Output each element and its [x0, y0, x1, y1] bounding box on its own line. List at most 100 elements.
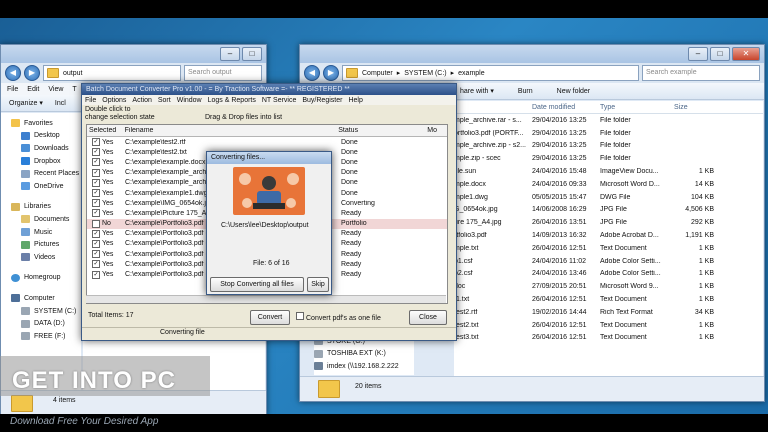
menu-view[interactable]: View: [48, 86, 63, 93]
minimize-button[interactable]: –: [688, 47, 708, 61]
file-row[interactable]: test3.txt 26/04/2016 12:51 Text Document 1 …: [454, 332, 763, 345]
file-row[interactable]: rtfolio3.pdf 14/09/2013 16:32 Adobe Acroba…: [454, 229, 763, 242]
drive-imdex[interactable]: imdex (\\192.168.2.222: [314, 360, 414, 373]
file-row[interactable]: test2.txt 26/04/2016 12:51 Text Document 1 …: [454, 319, 763, 332]
row-checkbox[interactable]: ✓: [92, 138, 100, 147]
col-date-modified[interactable]: Date modified: [532, 104, 600, 111]
menu-edit[interactable]: Edit: [27, 86, 39, 93]
minimize-button[interactable]: –: [220, 47, 240, 61]
nav-videos[interactable]: Videos: [11, 251, 81, 264]
nav-dropbox[interactable]: Dropbox: [11, 155, 81, 168]
nav-documents[interactable]: Documents: [11, 213, 81, 226]
app-menu-options[interactable]: Options: [102, 97, 126, 104]
row-checkbox[interactable]: ✓: [92, 178, 100, 187]
maximize-button[interactable]: □: [710, 47, 730, 61]
row-checkbox[interactable]: ✓: [92, 199, 100, 208]
menu-tools[interactable]: T: [72, 86, 76, 93]
right-search-input[interactable]: Search example: [642, 65, 760, 81]
row-selected[interactable]: ✓ Yes: [87, 270, 123, 279]
file-row[interactable]: doc 27/09/2015 20:51 Microsoft Word 9... 1 …: [454, 280, 763, 293]
organize-button[interactable]: Organize ▾: [9, 99, 43, 107]
file-row[interactable]: mple1.dwg 05/05/2015 15:47 DWG File 104 KB: [454, 191, 763, 204]
row-checkbox[interactable]: ✓: [92, 158, 100, 167]
app-menu-logs[interactable]: Logs & Reports: [208, 97, 256, 104]
row-checkbox[interactable]: ✓: [92, 229, 100, 238]
col-selected[interactable]: Selected: [87, 127, 123, 134]
file-row[interactable]: mple.zip - scec 29/04/2016 13:25 File fold…: [454, 152, 763, 165]
col-status[interactable]: Status: [336, 127, 425, 134]
row-checkbox[interactable]: ✓: [92, 250, 100, 259]
nav-desktop[interactable]: Desktop: [11, 130, 81, 143]
nav-music[interactable]: Music: [11, 226, 81, 239]
file-row[interactable]: mple.txt 26/04/2016 12:51 Text Document 1 K…: [454, 242, 763, 255]
left-search-input[interactable]: Search output: [184, 65, 262, 81]
row-checkbox[interactable]: ✓: [92, 239, 100, 248]
file-row[interactable]: t1.txt 26/04/2016 12:51 Text Document 1 KB: [454, 293, 763, 306]
convert-button[interactable]: Convert: [250, 310, 290, 325]
app-menu-sort[interactable]: Sort: [158, 97, 171, 104]
back-icon[interactable]: ◀: [5, 65, 21, 81]
row-selected[interactable]: ✓ Yes: [87, 199, 123, 208]
row-selected[interactable]: ✓ Yes: [87, 178, 123, 187]
nav-drive-f[interactable]: FREE (F:): [11, 330, 81, 343]
row-checkbox[interactable]: ✓: [92, 168, 100, 177]
nav-drive-d[interactable]: DATA (D:): [11, 317, 81, 330]
file-row[interactable]: ure 175_A4.jpg 26/04/2016 13:51 JPG File 29…: [454, 216, 763, 229]
nav-pictures[interactable]: Pictures: [11, 238, 81, 251]
convert-pdfs-checkbox[interactable]: [296, 312, 304, 320]
nav-onedrive[interactable]: OneDrive: [11, 180, 81, 193]
col-size[interactable]: Size: [674, 104, 714, 111]
grid-row[interactable]: ✓ Yes C:\example\test2.rtf Done: [87, 137, 447, 147]
row-checkbox[interactable]: ✓: [92, 260, 100, 269]
convert-pdfs-option[interactable]: Convert pdf's as one file: [293, 312, 381, 322]
burn-button[interactable]: Burn: [518, 88, 533, 95]
right-file-list[interactable]: Date modified Type Size mple_archive.rar…: [454, 101, 763, 377]
grid-scrollbar[interactable]: [86, 295, 446, 303]
maximize-button[interactable]: □: [242, 47, 262, 61]
file-row[interactable]: file.sun 24/04/2016 15:48 ImageView Docu..…: [454, 165, 763, 178]
nav-recent-places[interactable]: Recent Places: [11, 167, 81, 180]
include-button[interactable]: Incl: [55, 100, 66, 107]
drive-toshiba[interactable]: TOSHIBA EXT (K:): [314, 348, 414, 361]
left-address-bar[interactable]: output: [43, 65, 181, 81]
breadcrumb-computer[interactable]: Computer: [362, 70, 393, 77]
new-folder-button[interactable]: New folder: [557, 88, 590, 95]
col-filename[interactable]: Filename: [123, 127, 337, 134]
nav-computer[interactable]: Computer: [11, 292, 81, 305]
row-selected[interactable]: ✓ Yes: [87, 168, 123, 177]
row-selected[interactable]: ✓ Yes: [87, 158, 123, 167]
col-type[interactable]: Type: [600, 104, 674, 111]
app-menu-window[interactable]: Window: [177, 97, 202, 104]
right-explorer-titlebar[interactable]: – □ ✕: [300, 45, 764, 63]
row-selected[interactable]: No: [87, 219, 123, 228]
breadcrumb-example[interactable]: example: [458, 70, 484, 77]
forward-icon[interactable]: ▶: [323, 65, 339, 81]
nav-drive-c[interactable]: SYSTEM (C:): [11, 305, 81, 318]
row-checkbox[interactable]: ✓: [92, 189, 100, 198]
row-selected[interactable]: ✓ Yes: [87, 239, 123, 248]
row-selected[interactable]: ✓ Yes: [87, 229, 123, 238]
stop-converting-button[interactable]: Stop Converting all files: [210, 277, 304, 292]
row-selected[interactable]: ✓ Yes: [87, 209, 123, 218]
app-menu-file[interactable]: File: [85, 97, 96, 104]
nav-favorites[interactable]: Favorites: [11, 117, 81, 130]
row-checkbox[interactable]: [92, 219, 100, 228]
file-row[interactable]: mple_archive.rar - s... 29/04/2016 13:25 F…: [454, 114, 763, 127]
file-row[interactable]: mple_archive.zip - s2... 29/04/2016 13:25…: [454, 140, 763, 153]
row-selected[interactable]: ✓ Yes: [87, 260, 123, 269]
skip-button[interactable]: Skip: [307, 277, 329, 292]
close-button[interactable]: Close: [409, 310, 447, 325]
col-more[interactable]: Mo: [425, 127, 447, 134]
file-row[interactable]: ortfolio3.pdf (PORTF... 29/04/2016 13:25 F…: [454, 127, 763, 140]
menu-file[interactable]: File: [7, 86, 18, 93]
close-icon[interactable]: ✕: [732, 47, 760, 61]
app-menu-help[interactable]: Help: [348, 97, 362, 104]
row-selected[interactable]: ✓ Yes: [87, 189, 123, 198]
left-explorer-titlebar[interactable]: – □: [1, 45, 266, 63]
file-row[interactable]: mple.docx 24/04/2016 09:33 Microsoft Word …: [454, 178, 763, 191]
nav-libraries[interactable]: Libraries: [11, 201, 81, 214]
app-menu-buy[interactable]: Buy/Register: [302, 97, 342, 104]
row-checkbox[interactable]: ✓: [92, 148, 100, 157]
row-selected[interactable]: ✓ Yes: [87, 138, 123, 147]
back-icon[interactable]: ◀: [304, 65, 320, 81]
